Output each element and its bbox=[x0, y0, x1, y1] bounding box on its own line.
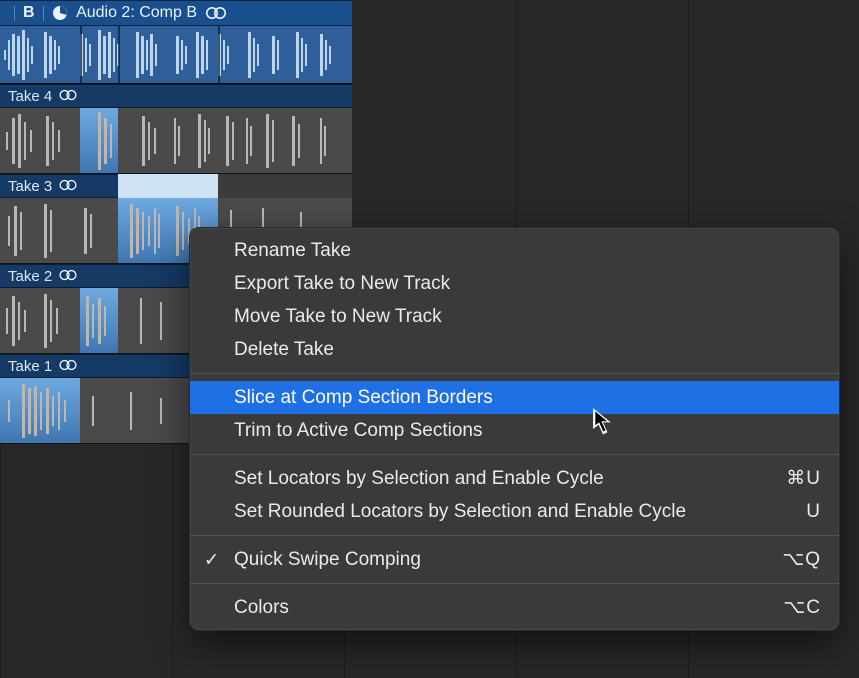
take-label: Take 1 bbox=[8, 358, 52, 375]
take-label: Take 2 bbox=[8, 268, 52, 285]
menu-colors[interactable]: Colors ⌥C bbox=[190, 591, 839, 624]
menu-delete-take[interactable]: Delete Take bbox=[190, 333, 839, 366]
checkmark-icon: ✓ bbox=[204, 549, 219, 570]
stereo-rings-icon bbox=[58, 88, 78, 105]
menu-label: Export Take to New Track bbox=[234, 273, 450, 295]
menu-rename-take[interactable]: Rename Take bbox=[190, 234, 839, 267]
menu-shortcut: ⌥Q bbox=[782, 548, 821, 571]
menu-label: Rename Take bbox=[234, 240, 351, 262]
comp-header[interactable]: B Audio 2: Comp B bbox=[0, 0, 352, 26]
menu-label: Quick Swipe Comping bbox=[234, 549, 421, 571]
menu-label: Slice at Comp Section Borders bbox=[234, 387, 493, 409]
waveform-icon bbox=[0, 26, 352, 84]
menu-label: Set Locators by Selection and Enable Cyc… bbox=[234, 468, 604, 490]
menu-label: Delete Take bbox=[234, 339, 334, 361]
menu-separator bbox=[190, 583, 839, 584]
menu-move-take[interactable]: Move Take to New Track bbox=[190, 300, 839, 333]
take-context-menu[interactable]: Rename Take Export Take to New Track Mov… bbox=[189, 227, 840, 631]
comp-section-highlight[interactable] bbox=[118, 174, 218, 198]
menu-separator bbox=[190, 373, 839, 374]
take-header[interactable]: Take 4 bbox=[0, 84, 352, 108]
menu-set-locators[interactable]: Set Locators by Selection and Enable Cyc… bbox=[190, 462, 839, 495]
menu-slice-at-borders[interactable]: Slice at Comp Section Borders bbox=[190, 381, 839, 414]
divider bbox=[43, 6, 44, 21]
comp-letter[interactable]: B bbox=[23, 4, 35, 22]
waveform-icon bbox=[0, 108, 352, 174]
menu-label: Trim to Active Comp Sections bbox=[234, 420, 482, 442]
comp-waveform[interactable] bbox=[0, 26, 352, 84]
menu-shortcut: ⌘U bbox=[786, 467, 821, 490]
menu-shortcut: U bbox=[806, 501, 821, 523]
menu-label: Move Take to New Track bbox=[234, 306, 442, 328]
take-row[interactable]: Take 4 bbox=[0, 84, 352, 174]
take-body[interactable] bbox=[0, 108, 352, 174]
menu-separator bbox=[190, 535, 839, 536]
comp-title: Audio 2: Comp B bbox=[76, 4, 197, 22]
menu-separator bbox=[190, 454, 839, 455]
menu-quick-swipe-comping[interactable]: ✓ Quick Swipe Comping ⌥Q bbox=[190, 543, 839, 576]
menu-shortcut: ⌥C bbox=[783, 596, 821, 619]
menu-trim-to-active[interactable]: Trim to Active Comp Sections bbox=[190, 414, 839, 447]
take-label: Take 3 bbox=[8, 178, 52, 195]
menu-set-rounded-locators[interactable]: Set Rounded Locators by Selection and En… bbox=[190, 495, 839, 528]
stereo-rings-icon bbox=[205, 6, 227, 20]
take-header-inactive bbox=[218, 174, 352, 198]
stereo-rings-icon bbox=[58, 358, 78, 375]
menu-label: Set Rounded Locators by Selection and En… bbox=[234, 501, 686, 523]
menu-label: Colors bbox=[234, 597, 289, 619]
stereo-rings-icon bbox=[58, 268, 78, 285]
divider bbox=[14, 6, 15, 21]
menu-export-take[interactable]: Export Take to New Track bbox=[190, 267, 839, 300]
take-folder-icon[interactable] bbox=[52, 5, 68, 21]
take-label: Take 4 bbox=[8, 88, 52, 105]
stereo-rings-icon bbox=[58, 178, 78, 195]
